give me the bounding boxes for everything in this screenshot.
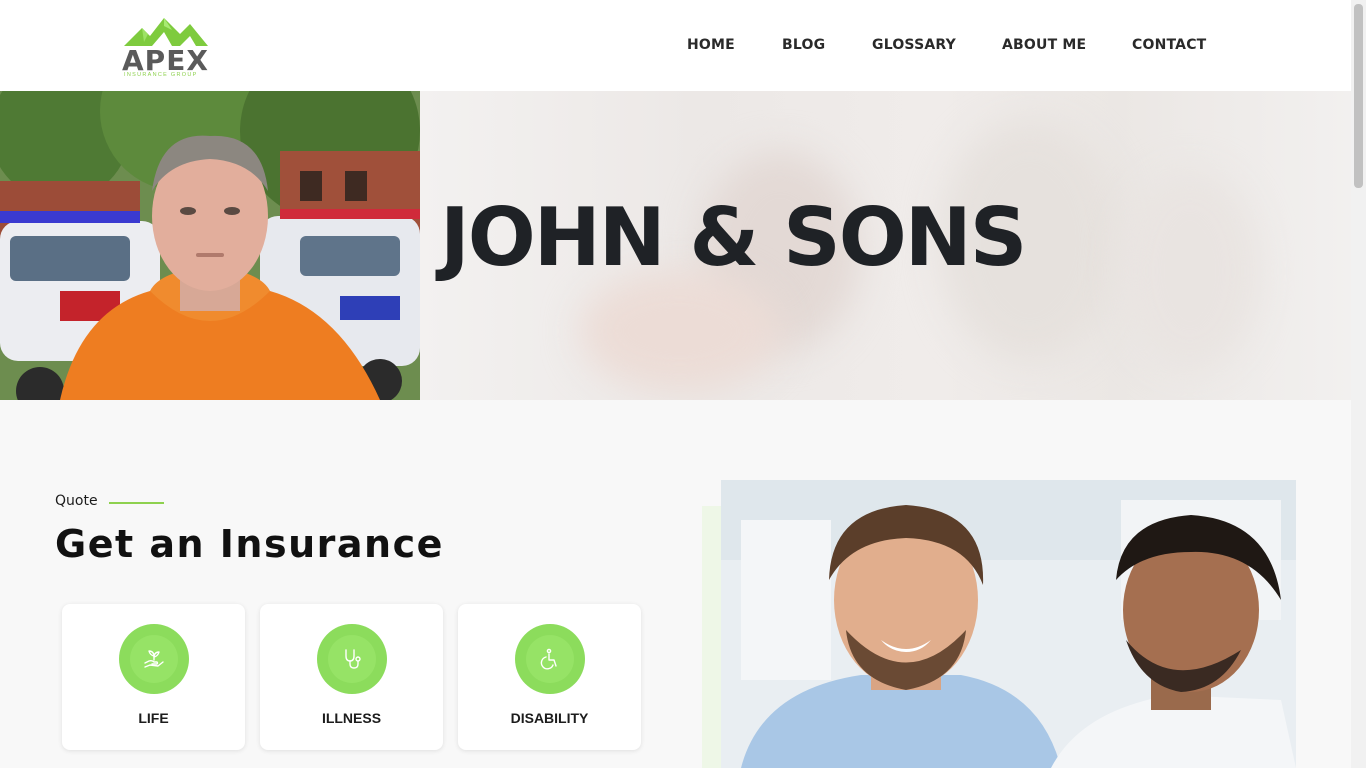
photo-accent-strip xyxy=(702,506,722,768)
nav-about-me[interactable]: ABOUT ME xyxy=(1002,37,1086,53)
two-smiling-men-photo xyxy=(721,480,1296,768)
section-title: Get an Insurance xyxy=(55,522,444,566)
page-scrollbar[interactable] xyxy=(1351,0,1366,768)
card-label-life: LIFE xyxy=(138,710,169,726)
insurance-card-illness[interactable]: ILLNESS xyxy=(260,604,443,750)
section-eyebrow: Quote xyxy=(55,493,98,509)
card-label-disability: DISABILITY xyxy=(510,710,589,726)
stethoscope-icon xyxy=(317,624,387,694)
eyebrow-divider xyxy=(109,502,164,504)
agent-portrait-photo xyxy=(0,91,420,400)
mountain-logo-icon xyxy=(124,18,208,46)
nav-contact[interactable]: CONTACT xyxy=(1132,37,1206,53)
nav-home[interactable]: HOME xyxy=(687,37,735,53)
nav-blog[interactable]: BLOG xyxy=(782,37,825,53)
brand-tagline: INSURANCE GROUP xyxy=(124,72,198,78)
card-label-illness: ILLNESS xyxy=(321,710,382,726)
hero-title: JOHN & SONS xyxy=(440,191,1027,284)
scrollbar-thumb[interactable] xyxy=(1354,4,1363,188)
hero-banner: JOHN & SONS xyxy=(0,91,1351,400)
site-header: APEX INSURANCE GROUP HOME BLOG GLOSSARY … xyxy=(0,0,1351,91)
brand-logo[interactable]: APEX INSURANCE GROUP xyxy=(120,12,212,80)
plant-in-hand-icon xyxy=(119,624,189,694)
wheelchair-icon xyxy=(515,624,585,694)
nav-glossary[interactable]: GLOSSARY xyxy=(872,37,956,53)
insurance-card-life[interactable]: LIFE xyxy=(62,604,245,750)
insurance-card-disability[interactable]: DISABILITY xyxy=(458,604,641,750)
